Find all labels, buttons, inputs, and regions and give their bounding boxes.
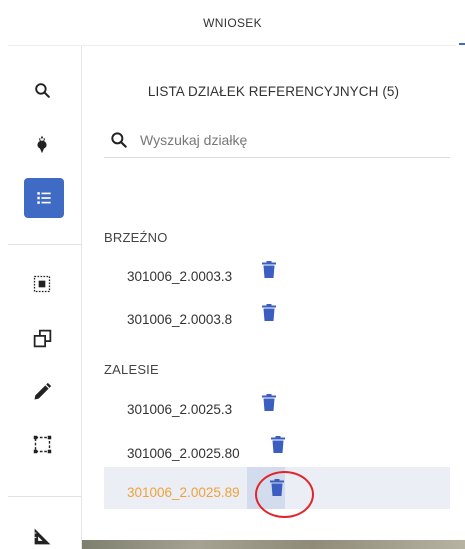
- list-item[interactable]: 301006_2.0003.8: [104, 304, 450, 334]
- trash-icon[interactable]: [262, 304, 276, 321]
- rail-measure-button[interactable]: [22, 516, 62, 549]
- tool-rail: [0, 46, 82, 549]
- tab-indicator: [459, 43, 465, 45]
- parcel-search-input[interactable]: [140, 128, 440, 152]
- parcel-id[interactable]: 301006_2.0003.8: [127, 312, 232, 327]
- rail-separator: [8, 496, 82, 497]
- rail-copy-button[interactable]: [22, 318, 62, 358]
- group-label-zalesie: ZALESIE: [104, 362, 159, 377]
- top-tab-bar: WNIOSEK: [0, 0, 465, 46]
- annotation-circle: [255, 471, 314, 518]
- rail-select-area-button[interactable]: [22, 264, 62, 304]
- search-bar: [104, 126, 450, 158]
- list-item[interactable]: 301006_2.0025.3: [104, 394, 450, 424]
- rail-crops-button[interactable]: [22, 124, 62, 164]
- rail-vertex-edit-button[interactable]: [22, 424, 62, 464]
- rail-draw-button[interactable]: [22, 372, 62, 412]
- trash-icon[interactable]: [262, 394, 276, 411]
- copy-icon: [33, 329, 51, 347]
- rail-separator: [8, 244, 82, 245]
- vertex-frame-icon: [33, 435, 51, 453]
- select-area-icon: [33, 275, 51, 293]
- list-item[interactable]: 301006_2.0025.80: [104, 436, 450, 466]
- rail-parcel-list-button[interactable]: [24, 178, 64, 218]
- ruler-triangle-icon: [34, 528, 50, 544]
- trash-icon[interactable]: [262, 261, 276, 278]
- search-icon: [34, 82, 50, 98]
- pencil-icon: [34, 382, 52, 400]
- parcel-id[interactable]: 301006_2.0025.89: [127, 485, 240, 500]
- parcel-id[interactable]: 301006_2.0025.80: [127, 446, 240, 461]
- trash-icon[interactable]: [271, 436, 285, 453]
- panel-title: LISTA DZIAŁEK REFERENCYJNYCH (5): [147, 84, 400, 99]
- parcel-id[interactable]: 301006_2.0003.3: [127, 269, 232, 284]
- list-icon: [37, 192, 51, 204]
- rail-search-button[interactable]: [22, 70, 62, 110]
- tab-wniosek[interactable]: WNIOSEK: [0, 16, 465, 30]
- group-label-brzezno: BRZEŹNO: [104, 230, 168, 245]
- list-item[interactable]: 301006_2.0003.3: [104, 260, 450, 290]
- map-imagery: [82, 540, 465, 549]
- beet-icon: [37, 135, 47, 154]
- search-icon: [111, 132, 127, 148]
- parcel-id[interactable]: 301006_2.0025.3: [127, 402, 232, 417]
